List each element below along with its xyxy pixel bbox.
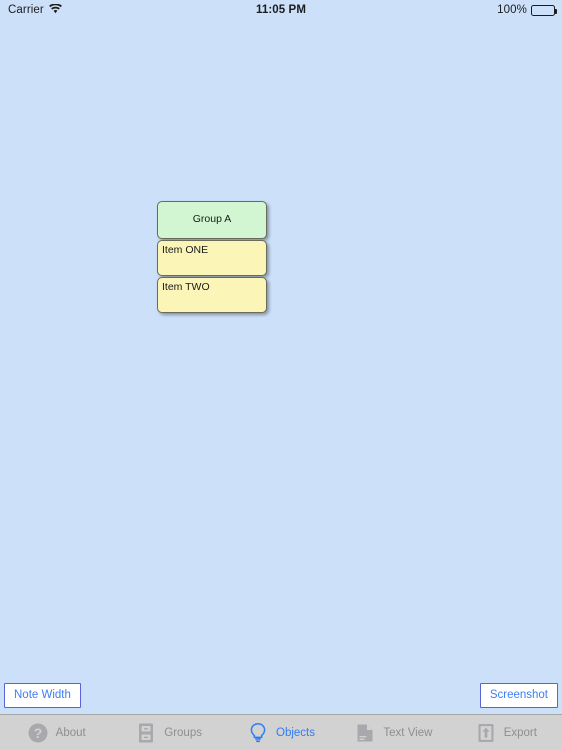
note-width-button[interactable]: Note Width [4, 683, 81, 708]
tab-export[interactable]: Export [450, 715, 562, 750]
svg-text:?: ? [33, 725, 42, 741]
note-card-item[interactable]: Item ONE [157, 240, 267, 276]
tab-label: Export [503, 726, 537, 739]
tab-label: About [55, 726, 86, 739]
status-bar: Carrier 11:05 PM 100% [0, 0, 562, 20]
action-button-row: Note Width Screenshot [0, 681, 562, 713]
battery-percent-label: 100% [497, 4, 527, 16]
note-stack[interactable]: Group A Item ONE Item TWO [157, 201, 267, 314]
note-label: Group A [192, 213, 232, 226]
tab-label: Groups [164, 726, 202, 739]
tab-text-view[interactable]: Text View [337, 715, 449, 750]
status-bar-center: 11:05 PM [0, 0, 562, 20]
note-card-group[interactable]: Group A [157, 201, 267, 239]
app-root: Carrier 11:05 PM 100% Group A Item ONE I… [0, 0, 562, 750]
file-cabinet-icon [135, 722, 157, 744]
note-label: Item ONE [162, 244, 209, 256]
document-page-icon [354, 722, 376, 744]
note-label: Item TWO [162, 281, 210, 293]
tab-groups[interactable]: Groups [112, 715, 224, 750]
tab-about[interactable]: ? About [0, 715, 112, 750]
status-bar-right: 100% [497, 0, 557, 20]
tab-label: Text View [383, 726, 433, 739]
note-card-item[interactable]: Item TWO [157, 277, 267, 313]
tab-label: Objects [276, 726, 316, 739]
battery-full-icon [531, 4, 557, 16]
lightbulb-icon [247, 722, 269, 744]
export-up-arrow-icon [475, 722, 497, 744]
tab-bar: ? About Groups Objects Text View Export [0, 714, 562, 750]
tab-objects[interactable]: Objects [225, 715, 337, 750]
clock-label: 11:05 PM [255, 4, 307, 16]
question-circle-icon: ? [27, 722, 49, 744]
object-canvas[interactable]: Group A Item ONE Item TWO [0, 20, 562, 714]
screenshot-button[interactable]: Screenshot [479, 683, 558, 708]
